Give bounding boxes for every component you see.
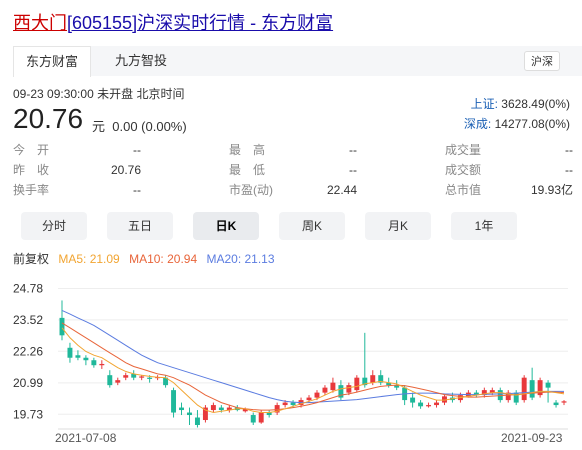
candle-body	[290, 402, 296, 406]
candle-body	[147, 377, 153, 379]
candle-body	[529, 380, 535, 398]
candle-body	[123, 375, 129, 378]
y-tick-label: 20.99	[13, 376, 43, 390]
x-tick-label: 2021-09-23	[501, 431, 563, 445]
candle-body	[306, 397, 312, 401]
y-tick-label: 23.52	[13, 313, 43, 327]
candle-body	[521, 377, 527, 401]
candle-body	[322, 387, 328, 393]
candle-body	[194, 417, 200, 425]
candle-body	[418, 402, 424, 407]
candle-body	[346, 385, 352, 393]
candle-body	[330, 382, 336, 391]
candle-body	[218, 407, 224, 411]
candle-body	[354, 377, 360, 391]
candle-body	[561, 401, 567, 403]
candle-body	[258, 412, 264, 423]
candle-body	[187, 412, 192, 416]
candle-body	[99, 363, 105, 366]
candle-body	[91, 360, 97, 366]
candle-body	[434, 402, 439, 406]
candle-body	[410, 397, 416, 403]
candle-body	[282, 402, 288, 406]
candle-body	[179, 407, 184, 411]
candle-body	[553, 402, 559, 406]
candle-body	[210, 405, 216, 411]
y-tick-label: 24.78	[13, 281, 43, 295]
candle-body	[67, 347, 73, 358]
ma5-line	[61, 327, 565, 414]
candle-body	[545, 382, 551, 388]
candle-body	[83, 357, 89, 361]
y-tick-label: 22.26	[13, 344, 43, 358]
candle-body	[171, 390, 177, 413]
candle-body	[426, 405, 432, 407]
candle-body	[314, 392, 320, 398]
candle-body	[107, 375, 113, 386]
candle-body	[75, 355, 81, 358]
candle-body	[115, 380, 121, 383]
candle-body	[250, 415, 256, 423]
x-tick-label: 2021-07-08	[55, 431, 117, 445]
candle-body	[59, 317, 65, 336]
candle-body	[139, 376, 145, 378]
kline-chart[interactable]: 24.78 23.52 22.26 20.99 19.73 2021-07-08 2021-…	[0, 0, 582, 450]
candle-body	[370, 375, 376, 383]
ma20-line	[61, 309, 564, 404]
ma10-line	[61, 322, 565, 411]
y-tick-label: 19.73	[13, 407, 43, 421]
